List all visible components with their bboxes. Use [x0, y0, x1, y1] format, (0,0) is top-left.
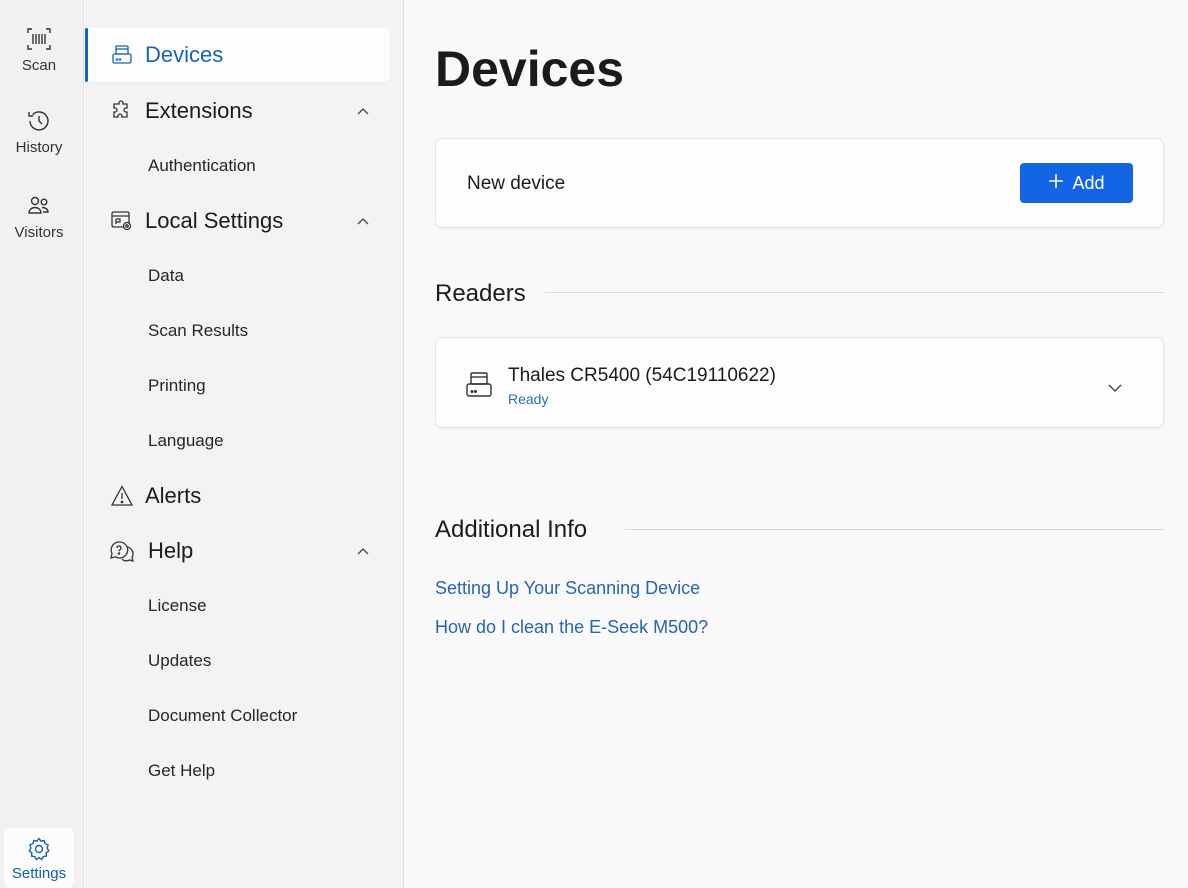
additional-info-divider: [625, 529, 1164, 530]
app-rail: Scan History Visitors Settings: [0, 0, 84, 888]
history-icon: [26, 108, 52, 134]
add-device-button[interactable]: Add: [1020, 163, 1133, 203]
additional-info-heading: Additional Info: [435, 516, 588, 543]
nav-label-alerts: Alerts: [145, 483, 202, 508]
nav-sub-data[interactable]: Data: [148, 266, 184, 286]
nav-label-devices: Devices: [145, 42, 224, 67]
rail-item-history[interactable]: History: [4, 108, 74, 168]
nav-item-local-settings[interactable]: Local Settings: [85, 194, 390, 248]
nav-sub-get-help[interactable]: Get Help: [148, 761, 215, 781]
nav-sub-scan-results[interactable]: Scan Results: [148, 321, 248, 341]
puzzle-icon: [109, 98, 135, 124]
rail-item-settings[interactable]: Settings: [4, 828, 74, 888]
nav-sub-printing[interactable]: Printing: [148, 376, 206, 396]
chevron-down-icon[interactable]: [1108, 380, 1124, 394]
nav-label-local-settings: Local Settings: [145, 208, 284, 233]
reader-name: Thales CR5400 (54C19110622): [508, 365, 776, 386]
visitors-icon: [26, 193, 52, 219]
page-title: Devices: [435, 41, 625, 97]
link-clean-eseek[interactable]: How do I clean the E-Seek M500?: [435, 617, 708, 638]
nav-label-help: Help: [148, 538, 194, 563]
rail-item-scan[interactable]: Scan: [4, 26, 74, 86]
rail-item-visitors[interactable]: Visitors: [4, 193, 74, 253]
nav-item-help[interactable]: Help: [85, 524, 390, 578]
main-content: Devices New device Add Readers Thales CR…: [405, 0, 1188, 888]
help-chat-icon: [109, 538, 135, 564]
plus-icon: [1048, 173, 1064, 194]
warning-icon: [109, 483, 135, 509]
chevron-up-icon[interactable]: [356, 104, 370, 118]
readers-divider: [545, 292, 1164, 293]
reader-card[interactable]: Thales CR5400 (54C19110622) Ready: [435, 337, 1164, 428]
nav-sub-authentication[interactable]: Authentication: [148, 156, 256, 176]
nav-sub-language[interactable]: Language: [148, 431, 224, 451]
nav-label-extensions: Extensions: [145, 98, 253, 123]
gear-icon: [26, 836, 52, 862]
add-button-label: Add: [1072, 172, 1105, 193]
chevron-up-icon[interactable]: [356, 544, 370, 558]
rail-label-visitors: Visitors: [14, 224, 64, 241]
nav-item-alerts[interactable]: Alerts: [85, 469, 390, 523]
reader-status: Ready: [508, 391, 549, 407]
card-reader-icon: [464, 370, 498, 404]
link-setting-up-device[interactable]: Setting Up Your Scanning Device: [435, 578, 700, 599]
nav-sub-updates[interactable]: Updates: [148, 651, 211, 671]
rail-label-settings: Settings: [11, 865, 67, 882]
device-icon: [109, 42, 135, 68]
nav-sub-document-collector[interactable]: Document Collector: [148, 706, 297, 726]
rail-label-history: History: [15, 139, 63, 156]
new-device-label: New device: [467, 173, 566, 194]
chevron-up-icon[interactable]: [356, 214, 370, 228]
nav-item-extensions[interactable]: Extensions: [85, 84, 390, 138]
nav-item-devices[interactable]: Devices: [85, 28, 390, 82]
local-settings-icon: [109, 208, 135, 234]
new-device-card: New device Add: [435, 138, 1164, 228]
rail-label-scan: Scan: [21, 57, 57, 74]
barcode-icon: [26, 26, 52, 52]
settings-nav: Devices Extensions Authentication Local …: [85, 0, 404, 888]
nav-sub-license[interactable]: License: [148, 596, 207, 616]
readers-heading: Readers: [435, 280, 526, 307]
